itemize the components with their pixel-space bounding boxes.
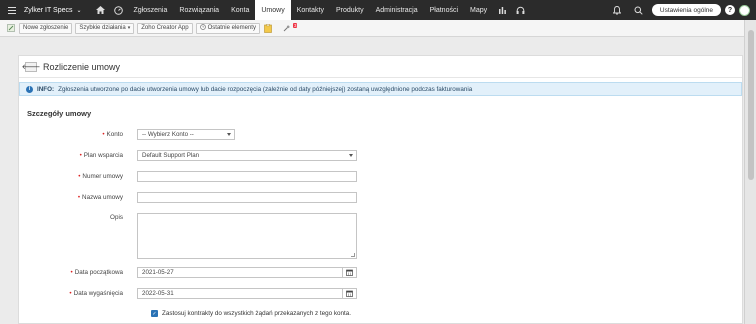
description-label: Opis (110, 214, 123, 221)
apply-to-all-checkbox[interactable]: ✓ (151, 310, 158, 317)
end-date-row: • Data wygaśnięcia 2022-05-31 (19, 288, 744, 299)
headset-icon[interactable] (511, 0, 529, 20)
back-arrow-icon[interactable]: 🡐 (22, 61, 40, 72)
clock-icon (199, 24, 206, 32)
vertical-scrollbar[interactable] (744, 20, 756, 324)
chevron-down-icon (227, 133, 231, 136)
calendar-icon[interactable] (342, 288, 356, 299)
start-date-row: • Data początkowa 2021-05-27 (19, 267, 744, 278)
home-icon[interactable] (92, 0, 110, 20)
contract-form-panel: 🡐 Rozliczenie umowy i INFO: Zgłoszenia u… (18, 55, 743, 324)
edit-note-icon[interactable] (6, 23, 16, 34)
contract-number-label: • Numer umowy (78, 173, 123, 180)
nav-tab-konta[interactable]: Konta (225, 0, 255, 20)
contract-number-input[interactable] (137, 171, 357, 182)
action-toolbar: Nowe zgłoszenie Szybkie działania ▾ Zoho… (0, 20, 744, 37)
portal-name: Zylker IT Specs (24, 6, 73, 14)
pin-icon[interactable] (282, 23, 292, 34)
dashboard-gauge-icon[interactable] (110, 0, 128, 20)
recent-items-label: Ostatnie elementy (207, 25, 256, 31)
account-select-value: -- Wybierz Konto -- (142, 131, 194, 138)
notifications-bell-icon[interactable] (608, 0, 626, 20)
zoho-creator-app-button[interactable]: Zoho Creator App (137, 22, 193, 34)
info-prefix: INFO: (37, 85, 55, 93)
apply-to-all-row: ✓ Zastosuj kontrakty do wszystkich żądań… (19, 310, 744, 317)
nav-tab-produkty[interactable]: Produkty (330, 0, 370, 20)
support-plan-value: Default Support Plan (142, 152, 200, 159)
start-date-label: • Data początkowa (70, 269, 123, 276)
description-textarea[interactable] (137, 213, 357, 259)
chevron-down-icon: ⌄ (76, 7, 82, 14)
general-settings-button[interactable]: Ustawienia ogólne (651, 4, 721, 16)
calendar-icon[interactable] (342, 267, 356, 278)
support-plan-row: • Plan wsparcia Default Support Plan (19, 150, 744, 161)
contract-name-input[interactable] (137, 192, 357, 203)
help-icon[interactable]: ? (725, 5, 735, 15)
scrollbar-thumb[interactable] (748, 30, 754, 180)
account-row: • Konto -- Wybierz Konto -- (19, 129, 744, 140)
nav-tab-rozwiazania[interactable]: Rozwiązania (173, 0, 225, 20)
top-navigation-bar: Zylker IT Specs ⌄ Zgłoszenia Rozwiązania… (0, 0, 756, 20)
new-request-button[interactable]: Nowe zgłoszenie (19, 22, 73, 34)
page-header: 🡐 Rozliczenie umowy (19, 56, 742, 78)
support-plan-label: • Plan wsparcia (79, 152, 123, 159)
contract-name-label: • Nazwa umowy (77, 194, 123, 201)
menu-icon[interactable] (6, 0, 18, 20)
start-date-input[interactable]: 2021-05-27 (137, 267, 357, 278)
nav-tab-umowy[interactable]: Umowy (255, 0, 291, 20)
contract-number-row: • Numer umowy (19, 171, 744, 182)
chevron-down-icon (349, 154, 353, 157)
portal-switcher[interactable]: Zylker IT Specs ⌄ (24, 7, 82, 14)
nav-tab-administracja[interactable]: Administracja (370, 0, 424, 20)
apply-to-all-label: Zastosuj kontrakty do wszystkich żądań p… (162, 310, 351, 317)
user-avatar[interactable] (739, 4, 750, 16)
chevron-down-icon: ▾ (127, 25, 131, 31)
page-title: Rozliczenie umowy (43, 61, 121, 72)
nav-tab-kontakty[interactable]: Kontakty (291, 0, 330, 20)
end-date-input[interactable]: 2022-05-31 (137, 288, 357, 299)
quick-actions-label: Szybkie działania (79, 25, 126, 31)
support-plan-select[interactable]: Default Support Plan (137, 150, 357, 161)
end-date-value: 2022-05-31 (142, 290, 174, 297)
section-title: Szczegóły umowy (27, 109, 92, 118)
clipboard-icon[interactable] (263, 23, 273, 34)
contract-name-row: • Nazwa umowy (19, 192, 744, 203)
start-date-value: 2021-05-27 (142, 269, 174, 276)
account-select[interactable]: -- Wybierz Konto -- (137, 129, 235, 140)
search-icon[interactable] (630, 0, 648, 20)
resize-handle-icon[interactable] (351, 253, 355, 257)
info-text: Zgłoszenia utworzone po dacie utworzenia… (58, 85, 473, 93)
info-banner: i INFO: Zgłoszenia utworzone po dacie ut… (19, 82, 742, 96)
reports-chart-icon[interactable] (493, 0, 511, 20)
end-date-label: • Data wygaśnięcia (69, 290, 123, 297)
account-label: • Konto (102, 131, 123, 138)
description-row: Opis (19, 213, 744, 259)
notification-badge: 3 (292, 22, 298, 28)
nav-tab-zgloszenia[interactable]: Zgłoszenia (128, 0, 174, 20)
nav-tab-mapy[interactable]: Mapy (464, 0, 493, 20)
quick-actions-dropdown[interactable]: Szybkie działania ▾ (75, 22, 135, 34)
nav-tab-platnosci[interactable]: Płatności (424, 0, 464, 20)
recent-items-button[interactable]: Ostatnie elementy (195, 22, 260, 34)
info-icon: i (26, 85, 33, 93)
